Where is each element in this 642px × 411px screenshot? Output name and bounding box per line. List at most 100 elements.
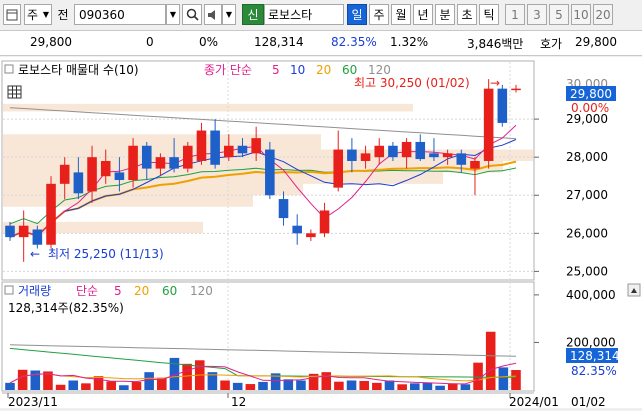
volume-bar[interactable] [397, 384, 407, 390]
volume-panel-title: 거래량 [18, 284, 51, 298]
candle-body[interactable] [5, 225, 15, 238]
candle-body[interactable] [141, 145, 152, 169]
chevron-down-icon: ▼ [169, 10, 177, 19]
volume-bar[interactable] [5, 382, 15, 390]
volume-bar[interactable] [55, 384, 66, 390]
window-icon[interactable] [3, 4, 21, 25]
candle-body[interactable] [237, 145, 248, 154]
candle-body[interactable] [470, 160, 480, 169]
interval-button-1[interactable]: 1 [505, 4, 525, 25]
candle-body[interactable] [265, 149, 275, 196]
candle-body[interactable] [87, 157, 97, 192]
candle-body[interactable] [374, 145, 385, 158]
ma-period-5: 5 [272, 63, 280, 77]
volume-profile-band [3, 134, 321, 150]
volume-bar[interactable] [498, 367, 509, 390]
period-button-4[interactable]: 분 [435, 4, 455, 25]
candle-body[interactable] [155, 157, 166, 169]
volume-bar[interactable] [144, 372, 154, 390]
volume-bar[interactable] [182, 363, 192, 390]
period-button-3[interactable]: 년 [413, 4, 433, 25]
candle-body[interactable] [483, 88, 494, 161]
candle-body[interactable] [456, 153, 467, 165]
candle-body[interactable] [46, 183, 56, 245]
candle-body[interactable] [73, 172, 84, 194]
volume-bar[interactable] [321, 372, 332, 390]
interval-button-5[interactable]: 5 [549, 4, 569, 25]
volume-bar[interactable] [473, 362, 483, 390]
volume-bar[interactable] [435, 385, 445, 390]
interval-button-10[interactable]: 10 [571, 4, 591, 25]
candle-body[interactable] [319, 210, 330, 234]
candle-body[interactable] [442, 153, 453, 158]
volume-bar[interactable] [460, 384, 471, 390]
candle-body[interactable] [511, 88, 521, 91]
volume-bar[interactable] [106, 381, 116, 390]
period-button-1[interactable]: 주 [369, 4, 389, 25]
chevron-down-icon: ▼ [42, 10, 49, 19]
candle-body[interactable] [292, 225, 302, 234]
volume-bar[interactable] [220, 380, 230, 390]
search-button[interactable] [182, 4, 202, 25]
volume-bar[interactable] [93, 376, 104, 390]
volume-ratio: 82.35% [331, 35, 377, 49]
candle-body[interactable] [182, 145, 193, 169]
volume-bar[interactable] [410, 383, 420, 390]
volume-bar[interactable] [17, 369, 28, 390]
volume-bar[interactable] [485, 331, 496, 390]
candle-body[interactable] [251, 138, 261, 154]
period-button-0[interactable]: 일 [347, 4, 367, 25]
volume-bar[interactable] [119, 385, 129, 390]
candle-body[interactable] [497, 88, 508, 123]
interval-button-3[interactable]: 3 [527, 4, 547, 25]
candle-body[interactable] [224, 145, 234, 158]
candle-body[interactable] [360, 153, 371, 161]
candle-body[interactable] [114, 172, 125, 181]
candle-body[interactable] [333, 149, 344, 188]
candle-body[interactable] [196, 130, 207, 161]
volume-bar[interactable] [30, 370, 41, 390]
volume-bar[interactable] [334, 381, 344, 390]
candle-body[interactable] [347, 149, 357, 161]
speaker-button[interactable] [204, 4, 222, 25]
volume-bar[interactable] [81, 383, 91, 390]
speaker-dropdown-button[interactable]: ▼ [222, 4, 236, 25]
volume-bar[interactable] [346, 380, 357, 390]
interval-button-20[interactable]: 20 [593, 4, 613, 25]
candle-body[interactable] [388, 145, 398, 158]
volume-bar[interactable] [131, 381, 142, 390]
volume-bar[interactable] [245, 384, 256, 390]
candle-body[interactable] [59, 164, 70, 184]
volume-bar[interactable] [258, 381, 268, 390]
scroll-up-button[interactable] [627, 283, 641, 297]
volume-bar[interactable] [511, 370, 521, 390]
candle-body[interactable] [128, 145, 138, 181]
volume-bar[interactable] [232, 382, 243, 390]
period-button-5[interactable]: 초 [457, 4, 477, 25]
candle-body[interactable] [401, 141, 412, 158]
stock-chart[interactable]: 로보스타 매물대 수(10) 종가 단순 5 10 20 60 120 최고 30,25… [0, 57, 642, 409]
candle-body[interactable] [210, 130, 220, 165]
candle-body[interactable] [32, 229, 43, 245]
volume-bar[interactable] [422, 382, 433, 390]
toolbar: 주 ▼ 전 090360 ▼ ▼ 신 로보스타 일 주 월 년 분 초 틱 1 3 5 10 20 [0, 0, 642, 31]
volume-bar[interactable] [296, 380, 306, 390]
market-select[interactable]: 주 ▼ [24, 4, 52, 25]
volume-bar[interactable] [372, 382, 382, 390]
volume-bar[interactable] [283, 379, 294, 390]
candle-body[interactable] [100, 160, 111, 177]
period-button-2[interactable]: 월 [391, 4, 411, 25]
candle-body[interactable] [415, 141, 426, 160]
stock-code-input[interactable]: 090360 [74, 4, 166, 25]
volume-bar[interactable] [359, 380, 369, 390]
period-button-6[interactable]: 틱 [479, 4, 499, 25]
candle-body[interactable] [169, 157, 179, 169]
volume-bar[interactable] [68, 380, 79, 390]
code-dropdown-button[interactable]: ▼ [166, 4, 180, 25]
candle-body[interactable] [278, 199, 289, 219]
candle-body[interactable] [18, 225, 29, 238]
candle-body[interactable] [306, 233, 316, 238]
chart-frame: 로보스타 매물대 수(10) 종가 단순 5 10 20 60 120 최고 30,25… [0, 57, 642, 409]
candle-body[interactable] [429, 153, 439, 158]
grid-table-icon[interactable] [7, 85, 22, 99]
